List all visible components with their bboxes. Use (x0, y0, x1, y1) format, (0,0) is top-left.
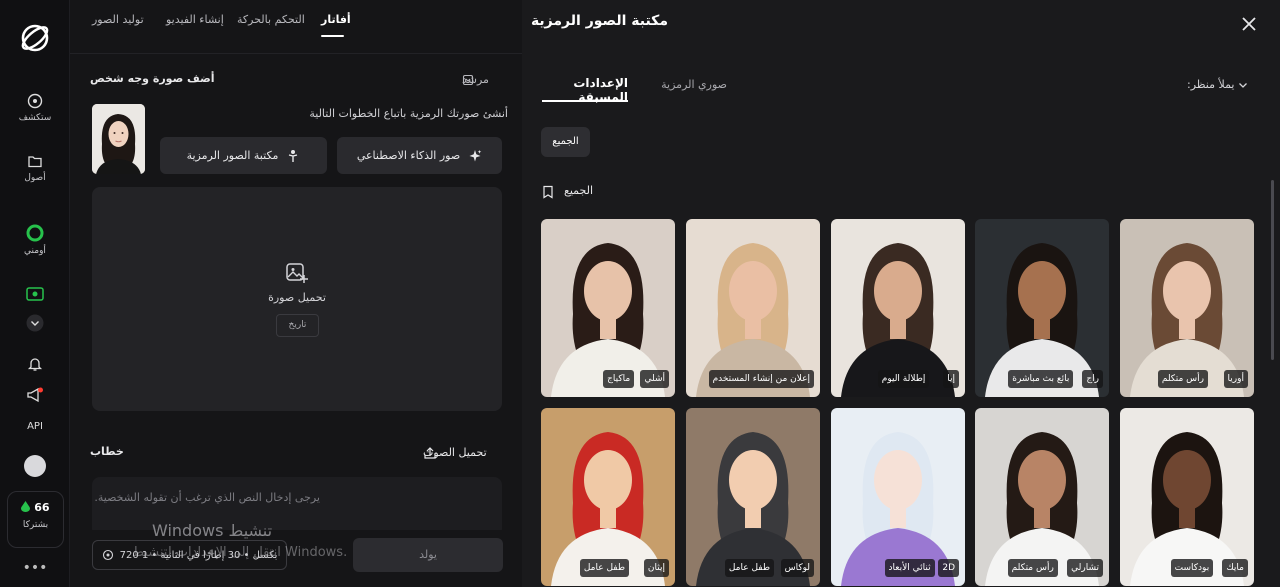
chevron-down-icon (1239, 83, 1247, 88)
avatar-card[interactable]: 2D ثنائي الأبعاد (831, 408, 965, 586)
megaphone-icon (27, 387, 43, 403)
mode-tabs: أفاتار التحكم بالحركة إنشاء الفيديو تولي… (70, 0, 522, 54)
explore-icon (27, 93, 43, 109)
tab-motion-control[interactable]: التحكم بالحركة (237, 13, 305, 26)
avatar-card[interactable]: أشلي ماكياج (541, 219, 675, 397)
more-icon[interactable]: ••• (0, 560, 70, 576)
avatar-library-panel: مكتبة الصور الرمزية الإعدادات المسبقة صو… (522, 0, 1280, 587)
avatar-card[interactable]: إيا إطلالة اليوم (831, 219, 965, 397)
windows-activation-hint: انتقل إلى الإعدادات لتنشيط Windows. (132, 545, 348, 560)
avatar-card-tag: تشارلي (1067, 559, 1103, 577)
chevron-down-icon (26, 314, 44, 332)
rail-announcements[interactable] (0, 387, 70, 407)
tab-video-generation[interactable]: إنشاء الفيديو (166, 13, 224, 26)
image-upload-area[interactable]: تحميل صورة تاريخ (92, 187, 502, 411)
rail-explore[interactable]: ستكشف (0, 93, 70, 123)
credits-label: بشتركا (22, 520, 49, 530)
tab-presets-underline (542, 100, 628, 102)
rail-explore-label: ستكشف (18, 113, 52, 123)
rail-notifications[interactable] (0, 356, 70, 376)
settings-icon (102, 549, 113, 561)
credits-value: 66 (8, 501, 63, 514)
tab-image-generation[interactable]: توليد الصور (92, 13, 144, 26)
video-avatar-icon (26, 287, 44, 301)
close-icon[interactable] (1239, 14, 1259, 34)
panel-title: مكتبة الصور الرمزية (530, 13, 668, 29)
credit-drop-icon (21, 501, 31, 512)
avatar-card-tag: طفل عامل (579, 559, 629, 577)
rail-user-avatar[interactable] (0, 454, 70, 482)
avatar-card[interactable]: إعلان من إنشاء المستخدم (686, 219, 820, 397)
view-label: يملأ منظر: (1187, 78, 1235, 91)
avatar-card[interactable]: تشارلي رأس متكلم (975, 408, 1109, 586)
avatar-card[interactable]: راج بائع بث مباشرة (975, 219, 1109, 397)
avatar-card-tag: أوريا (1223, 370, 1248, 388)
avatar-card-tag: مايك (1222, 559, 1248, 577)
speech-title: خطاب (90, 445, 124, 458)
left-rail: ستكشف أصول أومني API 66 بشتركا ••• (0, 0, 70, 587)
avatar-card-tag: ماكياج (603, 370, 635, 388)
filter-chip-all[interactable]: الجميع (541, 127, 590, 157)
avatar-card-tag: رأس متكلم (1157, 370, 1208, 388)
credits-number: 66 (34, 501, 50, 514)
tab-my-avatars[interactable]: صوري الرمزية (661, 78, 727, 91)
avatar-card-tag: ثنائي الأبعاد (884, 559, 935, 577)
rail-api[interactable]: API (0, 421, 70, 432)
avatar-card-tag: لوكاس (780, 559, 814, 577)
avatar-card-tag: رأس متكلم (1007, 559, 1058, 577)
sparkle-icon (469, 149, 482, 161)
tab-avatar-underline (321, 35, 344, 37)
scrollbar[interactable] (1271, 180, 1274, 360)
upload-icon[interactable] (423, 446, 437, 460)
history-button[interactable]: تاريخ (276, 314, 319, 337)
avatar-card-tag: بائع بث مباشرة (1008, 370, 1074, 388)
rail-video-avatar[interactable] (0, 286, 70, 306)
bookmark-icon (543, 185, 553, 199)
avatar-card[interactable]: إيثان طفل عامل (541, 408, 675, 586)
avatar-card[interactable]: أوريا رأس متكلم (1120, 219, 1254, 397)
upload-image-label: تحميل صورة (268, 291, 326, 304)
generate-button[interactable]: يولد (353, 538, 503, 572)
bell-icon (27, 358, 43, 371)
avatar-card-tag: إطلالة اليوم (877, 370, 930, 388)
guide-icon[interactable] (462, 74, 474, 86)
avatar-card-tag: إيثان (643, 559, 669, 577)
avatar-card-tag: بودكاست (1170, 559, 1214, 577)
rail-assets-label: أصول (24, 173, 46, 183)
ai-images-label: صور الذكاء الاصطناعي (356, 149, 461, 162)
user-avatar-icon (24, 455, 46, 477)
avatar-card-tag: أشلي (640, 370, 669, 388)
rail-omni-label: أومني (24, 246, 46, 256)
image-upload-icon (286, 263, 308, 283)
avatar-card-tag: إعلان من إنشاء المستخدم (708, 370, 814, 388)
rail-expand[interactable] (0, 314, 70, 336)
rail-omni[interactable]: أومني (0, 224, 70, 256)
credits-box[interactable]: 66 بشتركا (7, 491, 64, 548)
avatar-library-label: مكتبة الصور الرمزية (186, 149, 279, 162)
view-dropdown[interactable]: يملأ منظر: (1187, 78, 1248, 91)
avatar-steps-hint: أنشئ صورتك الرمزية باتباع الخطوات التالي… (309, 107, 508, 120)
folder-icon (28, 156, 42, 168)
avatar-card-tag: راج (1082, 370, 1103, 388)
windows-activation-title: Windows تنشيط (152, 521, 273, 540)
tab-avatar[interactable]: أفاتار (321, 13, 351, 26)
rail-api-label: API (27, 421, 43, 432)
avatar-card-tag: إيا (943, 370, 959, 388)
sample-face-thumbnail[interactable] (92, 104, 145, 174)
avatar-card[interactable]: لوكاس طفل عامل (686, 408, 820, 586)
app-logo-icon[interactable] (19, 22, 51, 54)
omni-icon (26, 224, 44, 242)
ai-images-button[interactable]: صور الذكاء الاصطناعي (337, 137, 502, 174)
avatar-creation-panel: أفاتار التحكم بالحركة إنشاء الفيديو تولي… (70, 0, 522, 587)
add-face-title: أضف صورة وجه شخص (90, 72, 215, 85)
script-placeholder: يرجى إدخال النص الذي ترغب أن تقوله الشخص… (94, 491, 320, 504)
rail-assets[interactable]: أصول (0, 153, 70, 183)
avatar-card-tag: 2D (938, 559, 959, 577)
face-photo (92, 104, 145, 174)
avatar-library-button[interactable]: مكتبة الصور الرمزية (160, 137, 327, 174)
avatar-pose-icon (289, 149, 298, 162)
avatar-card[interactable]: مايك بودكاست (1120, 408, 1254, 586)
avatar-card-tag: طفل عامل (724, 559, 774, 577)
group-label: الجميع (564, 184, 594, 197)
